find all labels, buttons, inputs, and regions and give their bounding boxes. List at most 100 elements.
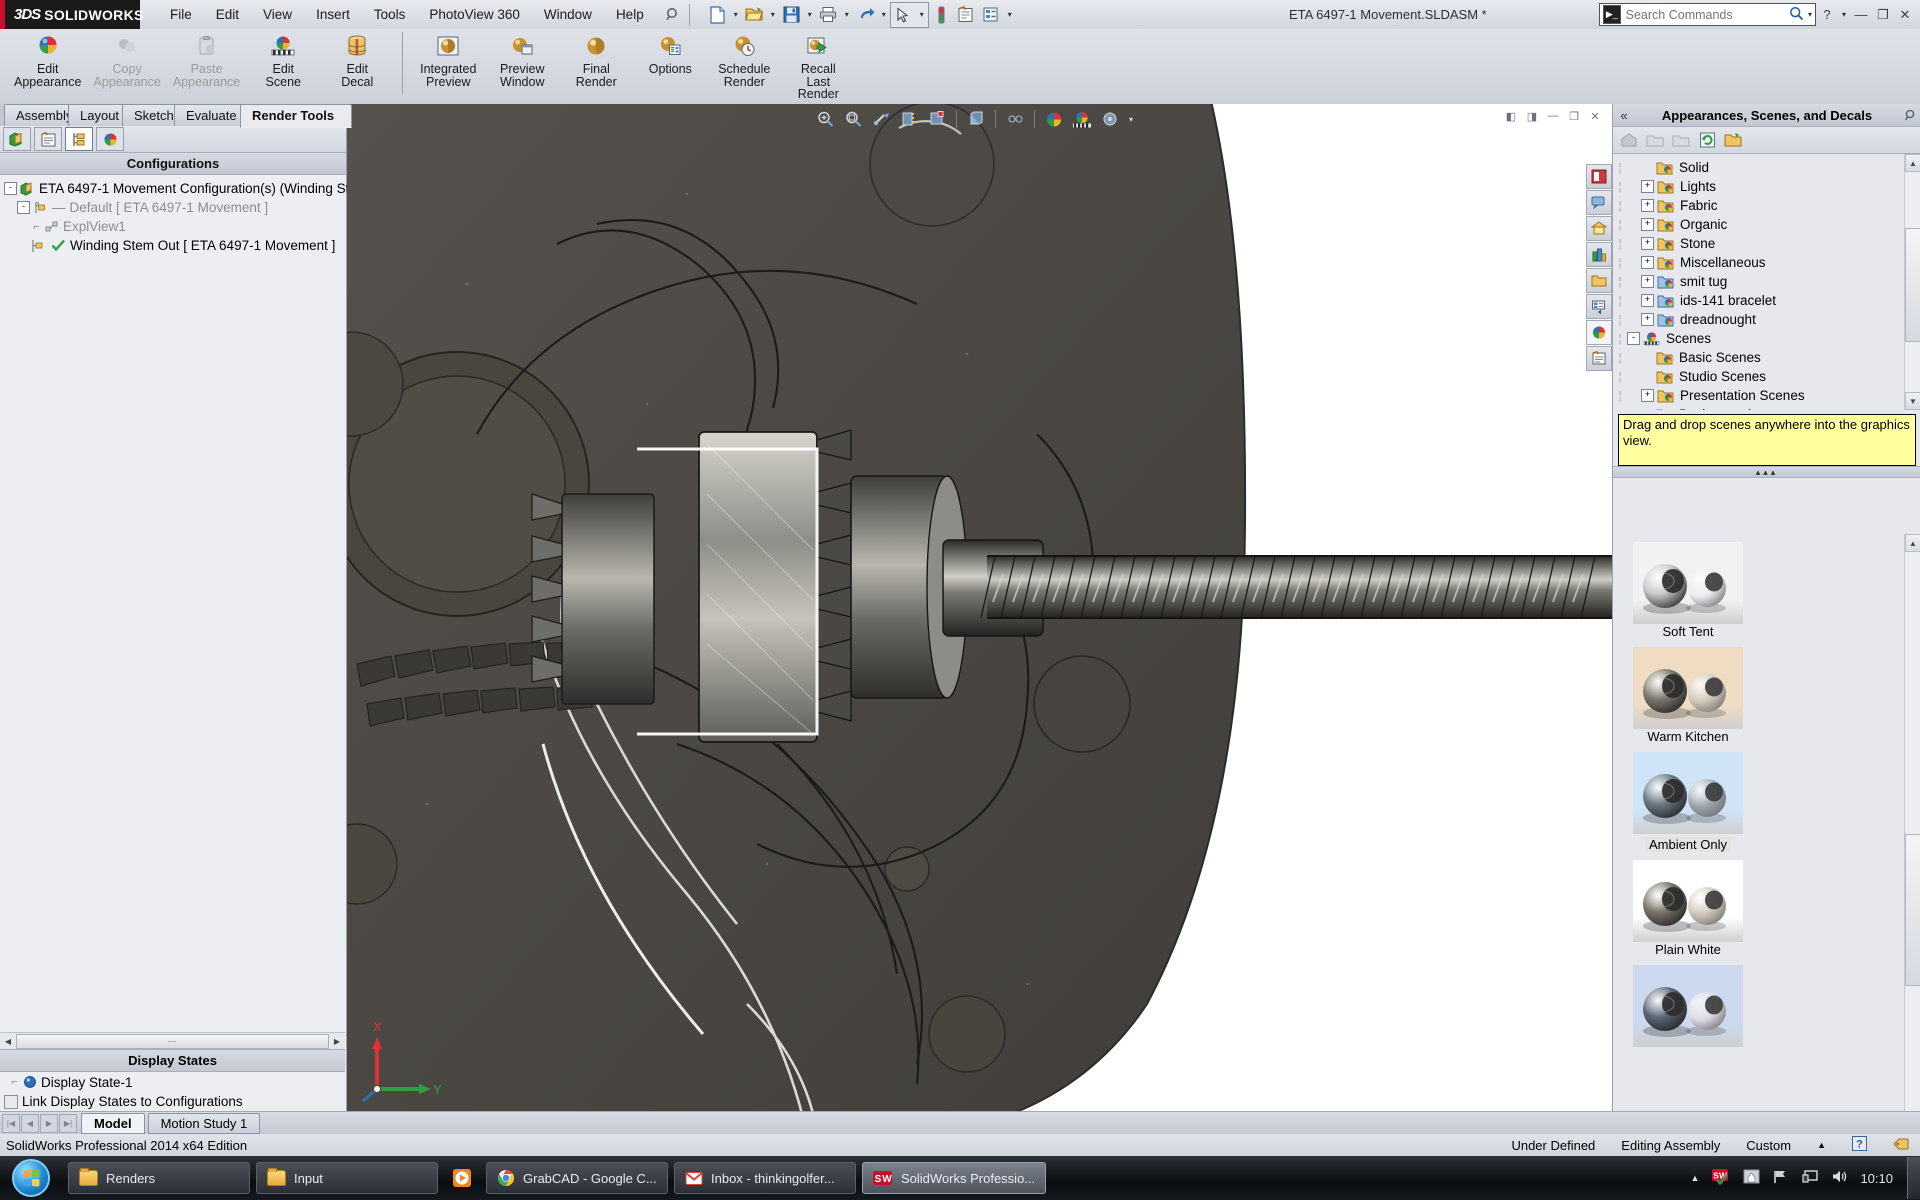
appearances-tree-row[interactable]: ¦ + smit tug bbox=[1613, 272, 1920, 291]
expand-toggle-icon[interactable]: + bbox=[1641, 389, 1654, 402]
display-icon[interactable] bbox=[1802, 1169, 1819, 1187]
tree-row-configurations-root[interactable]: - ETA 6497-1 Movement Configuration(s) (… bbox=[0, 179, 382, 198]
scroll-right-arrow-icon[interactable]: ▶ bbox=[329, 1034, 345, 1049]
view-palette-panel-icon[interactable] bbox=[1586, 294, 1612, 319]
last-tab-icon[interactable]: ▶| bbox=[59, 1113, 77, 1133]
expand-toggle-icon[interactable]: + bbox=[1641, 313, 1654, 326]
edit-appearance-button[interactable]: Edit Appearance bbox=[8, 29, 87, 88]
tree-row-default-configuration[interactable]: - — Default [ ETA 6497-1 Movement ] bbox=[0, 198, 346, 217]
taskbar-item-solidworks[interactable]: SW SolidWorks Professio... bbox=[862, 1162, 1047, 1194]
view-settings-dropdown-icon[interactable]: ▾ bbox=[1125, 107, 1137, 131]
close-view-icon[interactable]: ✕ bbox=[1586, 108, 1604, 124]
expand-toggle-icon[interactable]: + bbox=[1641, 275, 1654, 288]
expand-toggle-icon[interactable]: + bbox=[1641, 237, 1654, 250]
status-expand-icon[interactable]: ▲ bbox=[1817, 1140, 1826, 1150]
menu-item-view[interactable]: View bbox=[251, 0, 304, 29]
appearances-tree-row[interactable]: ¦ + dreadnought bbox=[1613, 310, 1920, 329]
previous-view-icon[interactable] bbox=[868, 108, 894, 130]
taskbar-item-grabcad[interactable]: GrabCAD - Google C... bbox=[486, 1162, 668, 1194]
menu-item-insert[interactable]: Insert bbox=[304, 0, 362, 29]
save-dropdown-icon[interactable]: ▾ bbox=[804, 3, 816, 27]
restore-button[interactable]: ❐ bbox=[1872, 4, 1894, 26]
volume-icon[interactable] bbox=[1831, 1169, 1848, 1187]
section-view-icon[interactable] bbox=[896, 108, 922, 130]
final-render-button[interactable]: Final Render bbox=[559, 29, 633, 88]
new-document-icon[interactable] bbox=[705, 3, 730, 27]
taskbar-clock[interactable]: 10:10 bbox=[1860, 1171, 1893, 1186]
start-button[interactable] bbox=[0, 1157, 62, 1199]
solidworks-tray-icon[interactable]: SW bbox=[1711, 1168, 1730, 1188]
help-dropdown-icon[interactable]: ▾ bbox=[1838, 3, 1850, 27]
taskbar-item-input[interactable]: Input bbox=[256, 1162, 438, 1194]
tree-vertical-scrollbar[interactable]: ▲ ▼ bbox=[1904, 154, 1920, 410]
expand-toggle-icon[interactable]: + bbox=[1641, 294, 1654, 307]
appearances-tree-row[interactable]: ¦ + Miscellaneous bbox=[1613, 253, 1920, 272]
scene-thumbnails-list[interactable]: ▲ ▼ bbox=[1613, 534, 1920, 1137]
panel-splitter-handle[interactable]: ▴▴▴ bbox=[1613, 466, 1920, 478]
scene-thumbnail-image[interactable] bbox=[1633, 752, 1743, 834]
tile-left-icon[interactable]: ◧ bbox=[1502, 108, 1520, 124]
appearances-tree-row[interactable]: ¦ Solid bbox=[1613, 158, 1920, 177]
copy-appearance-button[interactable]: Copy Appearance bbox=[87, 29, 166, 88]
appearances-tree-row[interactable]: ¦ + Stone bbox=[1613, 234, 1920, 253]
help-icon[interactable]: ? bbox=[1816, 4, 1838, 26]
menu-item-photoview360[interactable]: PhotoView 360 bbox=[417, 0, 532, 29]
scene-thumbnail-image[interactable] bbox=[1633, 647, 1743, 729]
status-help-icon[interactable]: ? bbox=[1852, 1136, 1867, 1154]
pin-panel-icon[interactable] bbox=[1899, 109, 1920, 122]
view-orientation-icon[interactable] bbox=[924, 108, 950, 130]
link-display-states-row[interactable]: Link Display States to Configurations bbox=[0, 1092, 345, 1111]
restore-view-icon[interactable]: ❐ bbox=[1565, 108, 1583, 124]
show-desktop-button[interactable] bbox=[1907, 1157, 1920, 1199]
recall-last-render-button[interactable]: Recall Last Render bbox=[781, 29, 855, 101]
display-style-icon[interactable] bbox=[963, 108, 989, 130]
tree-scroll-up-arrow[interactable]: ▲ bbox=[1905, 154, 1920, 172]
tree-row-winding-stem-out[interactable]: Winding Stem Out [ ETA 6497-1 Movement ] bbox=[0, 236, 346, 255]
appearances-tree-row[interactable]: ¦ + Organic bbox=[1613, 215, 1920, 234]
zoom-to-area-icon[interactable] bbox=[840, 108, 866, 130]
appearances-tree-row[interactable]: ¦ Studio Scenes bbox=[1613, 367, 1920, 386]
prev-tab-icon[interactable]: ◀ bbox=[21, 1113, 39, 1133]
expand-toggle-icon[interactable]: + bbox=[1641, 218, 1654, 231]
previous-folder-icon[interactable] bbox=[1645, 130, 1665, 150]
open-document-icon[interactable] bbox=[742, 3, 767, 27]
next-tab-icon[interactable]: ▶ bbox=[40, 1113, 58, 1133]
appearances-tree-row[interactable]: ¦ - Scenes bbox=[1613, 329, 1920, 348]
edit-scene-button[interactable]: Edit Scene bbox=[246, 29, 320, 88]
appearances-tree-row[interactable]: ¦ Basic Scenes bbox=[1613, 348, 1920, 367]
taskbar-item-media-player[interactable] bbox=[444, 1162, 480, 1194]
link-display-states-checkbox[interactable] bbox=[4, 1094, 18, 1109]
expand-toggle-icon[interactable]: + bbox=[1641, 256, 1654, 269]
schedule-render-button[interactable]: Schedule Render bbox=[707, 29, 781, 88]
scene-thumbnail[interactable]: Ambient Only bbox=[1633, 752, 1743, 852]
scene-thumbnail-image[interactable] bbox=[1633, 542, 1743, 624]
search-dropdown-icon[interactable]: ▾ bbox=[1805, 3, 1815, 27]
tab-motion-study[interactable]: Motion Study 1 bbox=[147, 1112, 261, 1134]
menu-item-window[interactable]: Window bbox=[532, 0, 604, 29]
appearances-tree-row[interactable]: ¦ + Fabric bbox=[1613, 196, 1920, 215]
expand-toggle-icon[interactable]: - bbox=[4, 182, 17, 195]
menu-item-help[interactable]: Help bbox=[604, 0, 656, 29]
menu-item-tools[interactable]: Tools bbox=[362, 0, 418, 29]
scene-thumbnail[interactable]: Soft Tent bbox=[1633, 542, 1743, 639]
scroll-thumb[interactable]: ⋯ bbox=[16, 1033, 329, 1049]
next-folder-icon[interactable] bbox=[1671, 130, 1691, 150]
tree-row-explview1[interactable]: ⌐ ExplView1 bbox=[0, 217, 346, 236]
file-explorer-icon[interactable] bbox=[1586, 242, 1612, 267]
search-input[interactable] bbox=[1623, 6, 1789, 23]
print-icon[interactable] bbox=[816, 3, 841, 27]
hide-show-items-icon[interactable] bbox=[1002, 108, 1028, 130]
scene-thumbnail[interactable]: Plain White bbox=[1633, 860, 1743, 957]
taskbar-item-inbox[interactable]: Inbox - thinkingolfer... bbox=[674, 1162, 856, 1194]
feature-manager-tree-icon[interactable] bbox=[3, 127, 31, 151]
expand-toggle-icon[interactable]: - bbox=[1627, 332, 1640, 345]
tree-scroll-down-arrow[interactable]: ▼ bbox=[1905, 392, 1920, 410]
home-folder-icon[interactable] bbox=[1619, 130, 1639, 150]
tile-right-icon[interactable]: ◨ bbox=[1523, 108, 1541, 124]
thumbnails-vertical-scrollbar[interactable]: ▲ ▼ bbox=[1904, 534, 1920, 1137]
tree-scroll-thumb[interactable] bbox=[1905, 228, 1920, 342]
appearances-tree-row[interactable]: ¦ Backgrounds bbox=[1613, 405, 1920, 410]
scene-thumbnail-image[interactable] bbox=[1633, 965, 1743, 1047]
close-button[interactable]: ✕ bbox=[1894, 4, 1916, 26]
open-folder-icon[interactable] bbox=[1723, 130, 1743, 150]
